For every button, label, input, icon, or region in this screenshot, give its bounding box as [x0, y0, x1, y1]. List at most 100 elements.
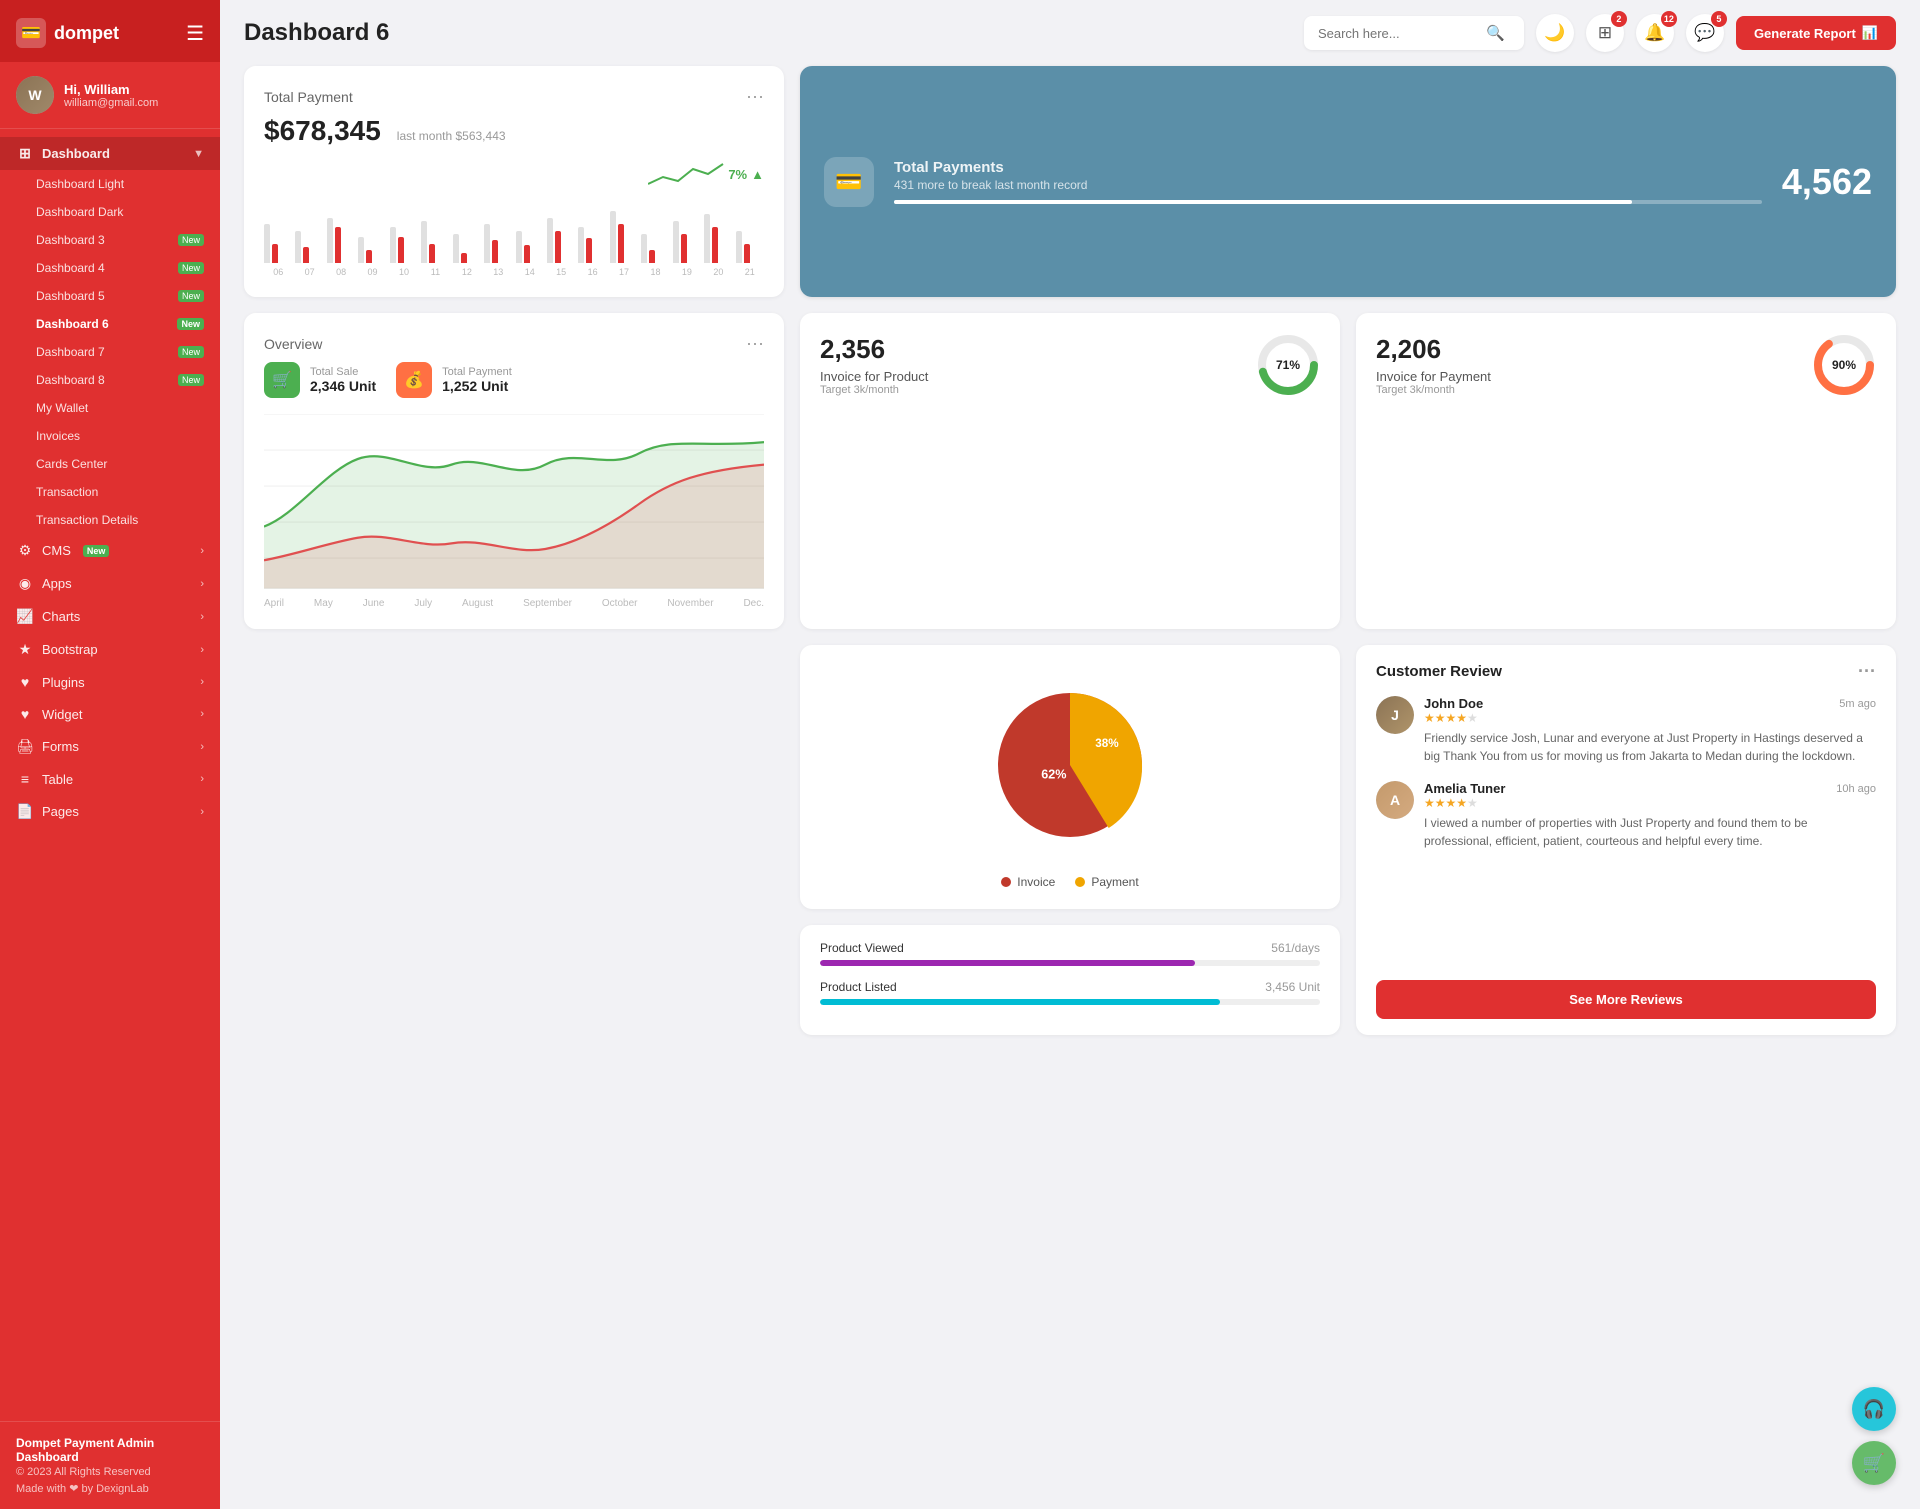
bar-red [618, 224, 624, 263]
donut-payment-pct: 90% [1832, 358, 1856, 372]
theme-toggle-button[interactable]: 🌙 [1536, 14, 1574, 52]
report-icon: 📊 [1862, 25, 1878, 41]
bar-red [744, 244, 750, 264]
badge-new-4: New [178, 262, 204, 274]
review-item-1: J John Doe 5m ago ★★★★★ Friendly service… [1376, 696, 1876, 765]
bar-group [736, 231, 764, 264]
bar-red [681, 234, 687, 263]
bar-gray [358, 237, 364, 263]
main-content: Dashboard 6 🔍 🌙 ⊞ 2 🔔 12 💬 5 Gene [220, 0, 1920, 1509]
blue-total-card: 💳 Total Payments 431 more to break last … [800, 66, 1896, 297]
pie-legend-payment: Payment [1075, 875, 1138, 889]
invoice-payment-card: 2,206 Invoice for Payment Target 3k/mont… [1356, 313, 1896, 629]
bar-red [712, 227, 718, 263]
nav-item-cms[interactable]: ⚙ CMS New › [0, 534, 220, 567]
bar-labels: 06070809101112131415161718192021 [264, 267, 764, 277]
badge-new-8: New [178, 374, 204, 386]
review-item-2: A Amelia Tuner 10h ago ★★★★★ I viewed a … [1376, 781, 1876, 850]
sub-nav-dashboard-6[interactable]: Dashboard 6 New [0, 310, 220, 338]
grid-button[interactable]: ⊞ 2 [1586, 14, 1624, 52]
invoice-payment-donut: 90% [1812, 333, 1876, 397]
floating-buttons: 🎧 🛒 [1852, 1387, 1896, 1485]
product-listed-progress [820, 999, 1320, 1005]
user-email: william@gmail.com [64, 97, 158, 109]
bar-red [649, 250, 655, 263]
sub-nav-dashboard-light[interactable]: Dashboard Light [0, 170, 220, 198]
generate-report-button[interactable]: Generate Report 📊 [1736, 16, 1896, 50]
nav-item-table[interactable]: ≡ Table › [0, 763, 220, 795]
hamburger-button[interactable]: ☰ [186, 21, 204, 46]
bell-button[interactable]: 🔔 12 [1636, 14, 1674, 52]
bar-gray [610, 211, 616, 263]
bar-chart [264, 193, 764, 263]
nav-item-bootstrap[interactable]: ★ Bootstrap › [0, 633, 220, 666]
invoice-payment-target: Target 3k/month [1376, 384, 1491, 396]
sub-nav-dashboard-5[interactable]: Dashboard 5 New [0, 282, 220, 310]
bar-gray [704, 214, 710, 263]
reviewer-avatar-1: J [1376, 696, 1414, 734]
total-payment-stat-value: 1,252 Unit [442, 378, 512, 394]
dashboard-arrow: ▼ [193, 148, 204, 160]
nav-item-pages[interactable]: 📄 Pages › [0, 795, 220, 828]
bar-group [421, 221, 449, 263]
invoice-product-number: 2,356 [820, 334, 928, 365]
sub-nav-invoices[interactable]: Invoices [0, 422, 220, 450]
moon-icon: 🌙 [1544, 23, 1565, 43]
nav-item-forms[interactable]: 🖨 Forms › [0, 730, 220, 763]
user-profile: W Hi, William william@gmail.com [0, 62, 220, 129]
sub-nav-transaction-details[interactable]: Transaction Details [0, 506, 220, 534]
sub-nav-dashboard-dark[interactable]: Dashboard Dark [0, 198, 220, 226]
sub-nav-dashboard-8[interactable]: Dashboard 8 New [0, 366, 220, 394]
pie-chart-card: 62% 38% Invoice Payment [800, 645, 1340, 909]
invoice-payment-number: 2,206 [1376, 334, 1491, 365]
product-viewed-fill [820, 960, 1195, 966]
review-menu[interactable]: ··· [1858, 661, 1876, 682]
blue-card-progress-bar [894, 200, 1762, 204]
sidebar-header: 💳 dompet ☰ [0, 0, 220, 62]
bar-red [398, 237, 404, 263]
sub-nav-my-wallet[interactable]: My Wallet [0, 394, 220, 422]
reviewer-time-2: 10h ago [1836, 783, 1876, 795]
total-payment-info: Total Payment 1,252 Unit [442, 366, 512, 394]
bar-group [516, 231, 544, 264]
search-input[interactable] [1318, 26, 1478, 41]
search-box: 🔍 [1304, 16, 1524, 50]
bar-group [327, 218, 355, 264]
sub-nav-transaction[interactable]: Transaction [0, 478, 220, 506]
invoice-payment-label: Invoice for Payment [1376, 369, 1491, 384]
total-payment-menu[interactable]: ··· [746, 86, 764, 107]
nav-item-charts[interactable]: 📈 Charts › [0, 600, 220, 633]
overview-menu[interactable]: ··· [746, 333, 764, 354]
bar-group [704, 214, 732, 263]
bar-group [390, 227, 418, 263]
sub-nav-dashboard-7[interactable]: Dashboard 7 New [0, 338, 220, 366]
see-more-reviews-button[interactable]: See More Reviews [1376, 980, 1876, 1019]
nav-item-plugins[interactable]: ♥ Plugins › [0, 666, 220, 698]
sub-nav-cards-center[interactable]: Cards Center [0, 450, 220, 478]
charts-icon: 📈 [16, 608, 34, 625]
pie-legend-invoice: Invoice [1001, 875, 1055, 889]
bar-group [358, 237, 386, 263]
sub-nav-dashboard-4[interactable]: Dashboard 4 New [0, 254, 220, 282]
product-listed-fill [820, 999, 1220, 1005]
cart-float-button[interactable]: 🛒 [1852, 1441, 1896, 1485]
bar-group [578, 227, 606, 263]
bar-gray [516, 231, 522, 264]
pie-chart: 62% 38% [980, 675, 1160, 855]
blue-card-progress-fill [894, 200, 1632, 204]
total-payment-label: Total Payment [264, 89, 353, 105]
reviewer-name-1: John Doe [1424, 696, 1483, 711]
nav-item-widget[interactable]: ♥ Widget › [0, 698, 220, 730]
nav-item-dashboard[interactable]: ⊞ Dashboard ▼ [0, 137, 220, 170]
bar-red [335, 227, 341, 263]
sub-nav-dashboard-3[interactable]: Dashboard 3 New [0, 226, 220, 254]
bar-gray [264, 224, 270, 263]
chat-button[interactable]: 💬 5 [1686, 14, 1724, 52]
reviewer-text-1: Friendly service Josh, Lunar and everyon… [1424, 729, 1876, 765]
total-sale-stat: 🛒 Total Sale 2,346 Unit [264, 362, 376, 398]
svg-text:62%: 62% [1041, 768, 1066, 782]
support-float-button[interactable]: 🎧 [1852, 1387, 1896, 1431]
pie-chart-svg: 62% 38% [980, 675, 1160, 855]
nav-item-apps[interactable]: ◉ Apps › [0, 567, 220, 600]
invoice-product-target: Target 3k/month [820, 384, 928, 396]
